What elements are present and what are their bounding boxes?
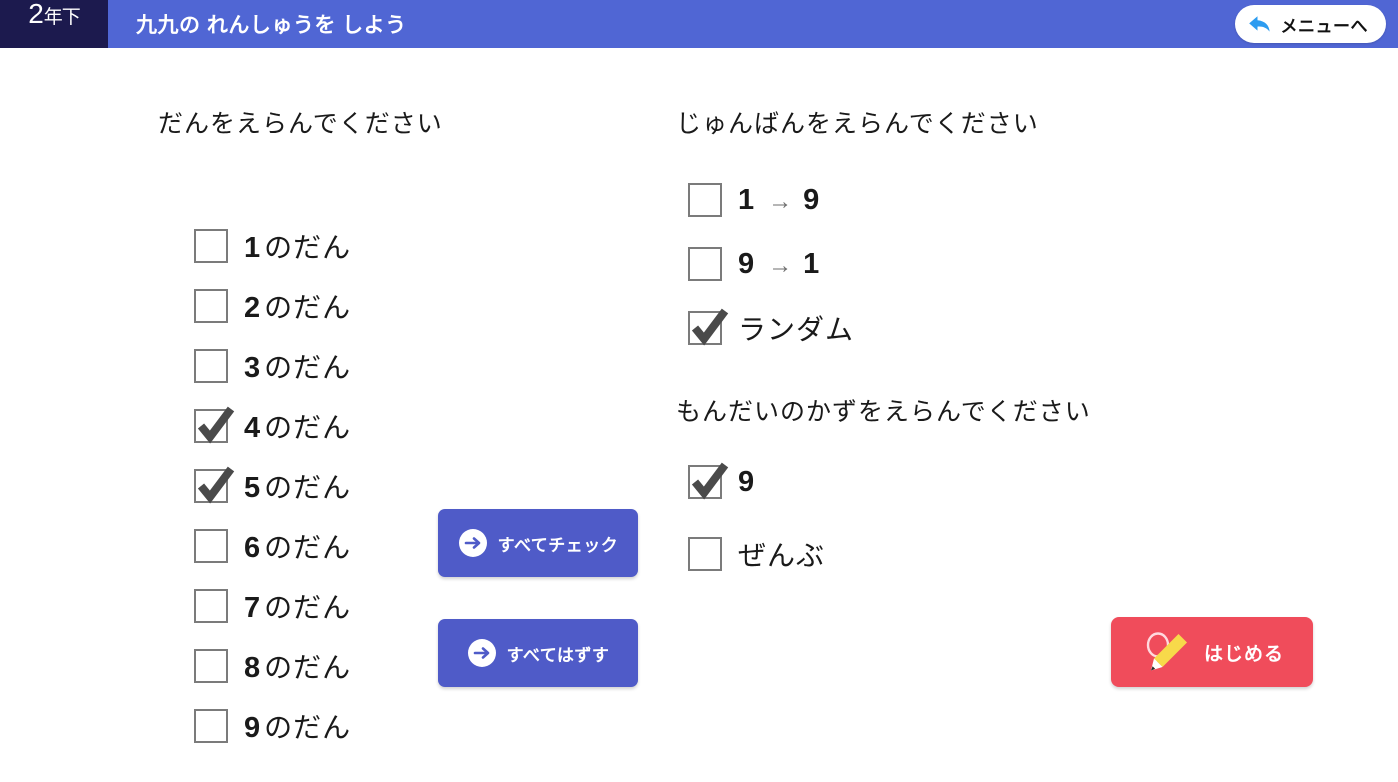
dan-suffix-1: のだん [264,232,352,263]
order-checkbox-desc[interactable] [688,247,722,281]
grade-number: 2 [28,0,44,29]
dan-checkbox-9[interactable] [194,709,228,743]
dan-number-2: 2 [244,292,262,324]
arrow-right-glyph: → [768,187,794,215]
order-from-desc: 9 [738,247,756,280]
dan-label-8: 8 のだん [244,646,351,686]
check-all-button-label: すべてチェック [497,535,619,555]
dan-label-9: 9 のだん [244,706,351,746]
dan-label-7: 7 のだん [244,586,351,626]
options-panel: じゅんばんをえらんでください 1 → 9 9 → 1 ランダム もんだいのかずを… [676,104,1376,590]
count-panel-title: もんだいのかずをえらんでください [676,398,1091,426]
dan-suffix-2: のだん [264,292,352,323]
dan-number-3: 3 [244,352,262,384]
dan-checkbox-row-2[interactable]: 2 のだん [194,276,678,336]
dan-label-3: 3 のだん [244,346,351,386]
dan-checkbox-row-9[interactable]: 9 のだん [194,696,678,756]
dan-checkbox-8[interactable] [194,649,228,683]
dan-checkbox-6[interactable] [194,529,228,563]
dan-label-2: 2 のだん [244,286,351,326]
dan-checkbox-row-3[interactable]: 3 のだん [194,336,678,396]
dan-number-5: 5 [244,472,262,504]
menu-button[interactable]: メニューへ [1234,5,1386,43]
count-checkbox-row-all[interactable]: ぜんぶ [688,518,1376,590]
order-checkbox-row-desc[interactable]: 9 → 1 [688,232,1376,296]
order-label-random: ランダム [738,314,855,345]
start-button-label: はじめる [1203,643,1284,665]
dan-label-4: 4 のだん [244,406,351,446]
dan-checkbox-3[interactable] [194,349,228,383]
order-checkbox-row-asc[interactable]: 1 → 9 [688,168,1376,232]
dan-checkbox-7[interactable] [194,589,228,623]
arrow-right-glyph: → [768,251,794,279]
dan-checkbox-5[interactable] [194,466,235,504]
dan-suffix-3: のだん [264,352,352,383]
order-from-asc: 1 [738,183,756,216]
back-arrow-icon [1248,16,1270,32]
dan-suffix-6: のだん [264,532,352,563]
count-label-all: ぜんぶ [738,540,826,571]
dan-checkbox-row-1[interactable]: 1 のだん [194,216,678,276]
dan-number-6: 6 [244,532,262,564]
count-label-9: 9 [738,466,758,499]
order-label-desc: 9 → 1 [738,248,823,281]
checkmark-icon [197,466,235,504]
dan-number-4: 4 [244,412,262,444]
dan-suffix-5: のだん [264,472,352,503]
count-value-9: 9 [738,465,756,498]
dan-label-5: 5 のだん [244,466,351,506]
count-checkbox-9[interactable] [688,462,729,500]
dan-label-1: 1 のだん [244,226,351,266]
order-label-asc: 1 → 9 [738,184,823,217]
arrow-circle-right-icon [467,639,496,667]
order-checkbox-asc[interactable] [688,183,722,217]
order-checkbox-random[interactable] [688,308,729,346]
grade-badge: 2 年下 [0,0,108,48]
page-title: 九九の れんしゅうを しよう [136,14,407,37]
start-button[interactable]: はじめる [1111,617,1313,687]
app-header: 2 年下 九九の れんしゅうを しよう メニューへ [0,0,1398,48]
dan-panel-title: だんをえらんでください [158,110,443,138]
checkmark-icon [197,406,235,444]
dan-checkbox-1[interactable] [194,229,228,263]
dan-suffix-7: のだん [264,592,352,623]
menu-button-label: メニューへ [1280,16,1368,36]
dan-number-7: 7 [244,592,262,624]
uncheck-all-button-label: すべてはずす [506,645,610,665]
dan-checkbox-4[interactable] [194,406,235,444]
grade-suffix: 年下 [43,7,81,28]
dan-checkbox-2[interactable] [194,289,228,323]
dan-checkbox-row-4[interactable]: 4 のだん [194,396,678,456]
checkmark-icon [691,462,729,500]
count-checkbox-all[interactable] [688,537,722,571]
checkmark-icon [691,308,729,346]
dan-number-9: 9 [244,712,262,744]
dan-suffix-8: のだん [264,652,352,683]
order-checkbox-row-random[interactable]: ランダム [688,296,1376,360]
check-all-button[interactable]: すべてチェック [438,509,638,577]
order-to-asc: 9 [803,183,821,216]
count-checkbox-row-9[interactable]: 9 [688,446,1376,518]
uncheck-all-button[interactable]: すべてはずす [438,619,638,687]
order-checkbox-list: 1 → 9 9 → 1 ランダム [688,168,1376,360]
dan-suffix-9: のだん [264,712,352,743]
dan-number-1: 1 [244,232,262,264]
arrow-circle-right-icon [458,529,487,557]
order-to-desc: 1 [803,247,821,280]
dan-number-8: 8 [244,652,262,684]
count-checkbox-list: 9 ぜんぶ [688,446,1376,590]
count-section: もんだいのかずをえらんでください 9 ぜんぶ [676,392,1376,590]
dan-checkbox-row-5[interactable]: 5 のだん [194,456,678,516]
pencil-icon [1146,632,1187,671]
order-panel-title: じゅんばんをえらんでください [676,110,1039,138]
dan-suffix-4: のだん [264,412,352,443]
dan-label-6: 6 のだん [244,526,351,566]
